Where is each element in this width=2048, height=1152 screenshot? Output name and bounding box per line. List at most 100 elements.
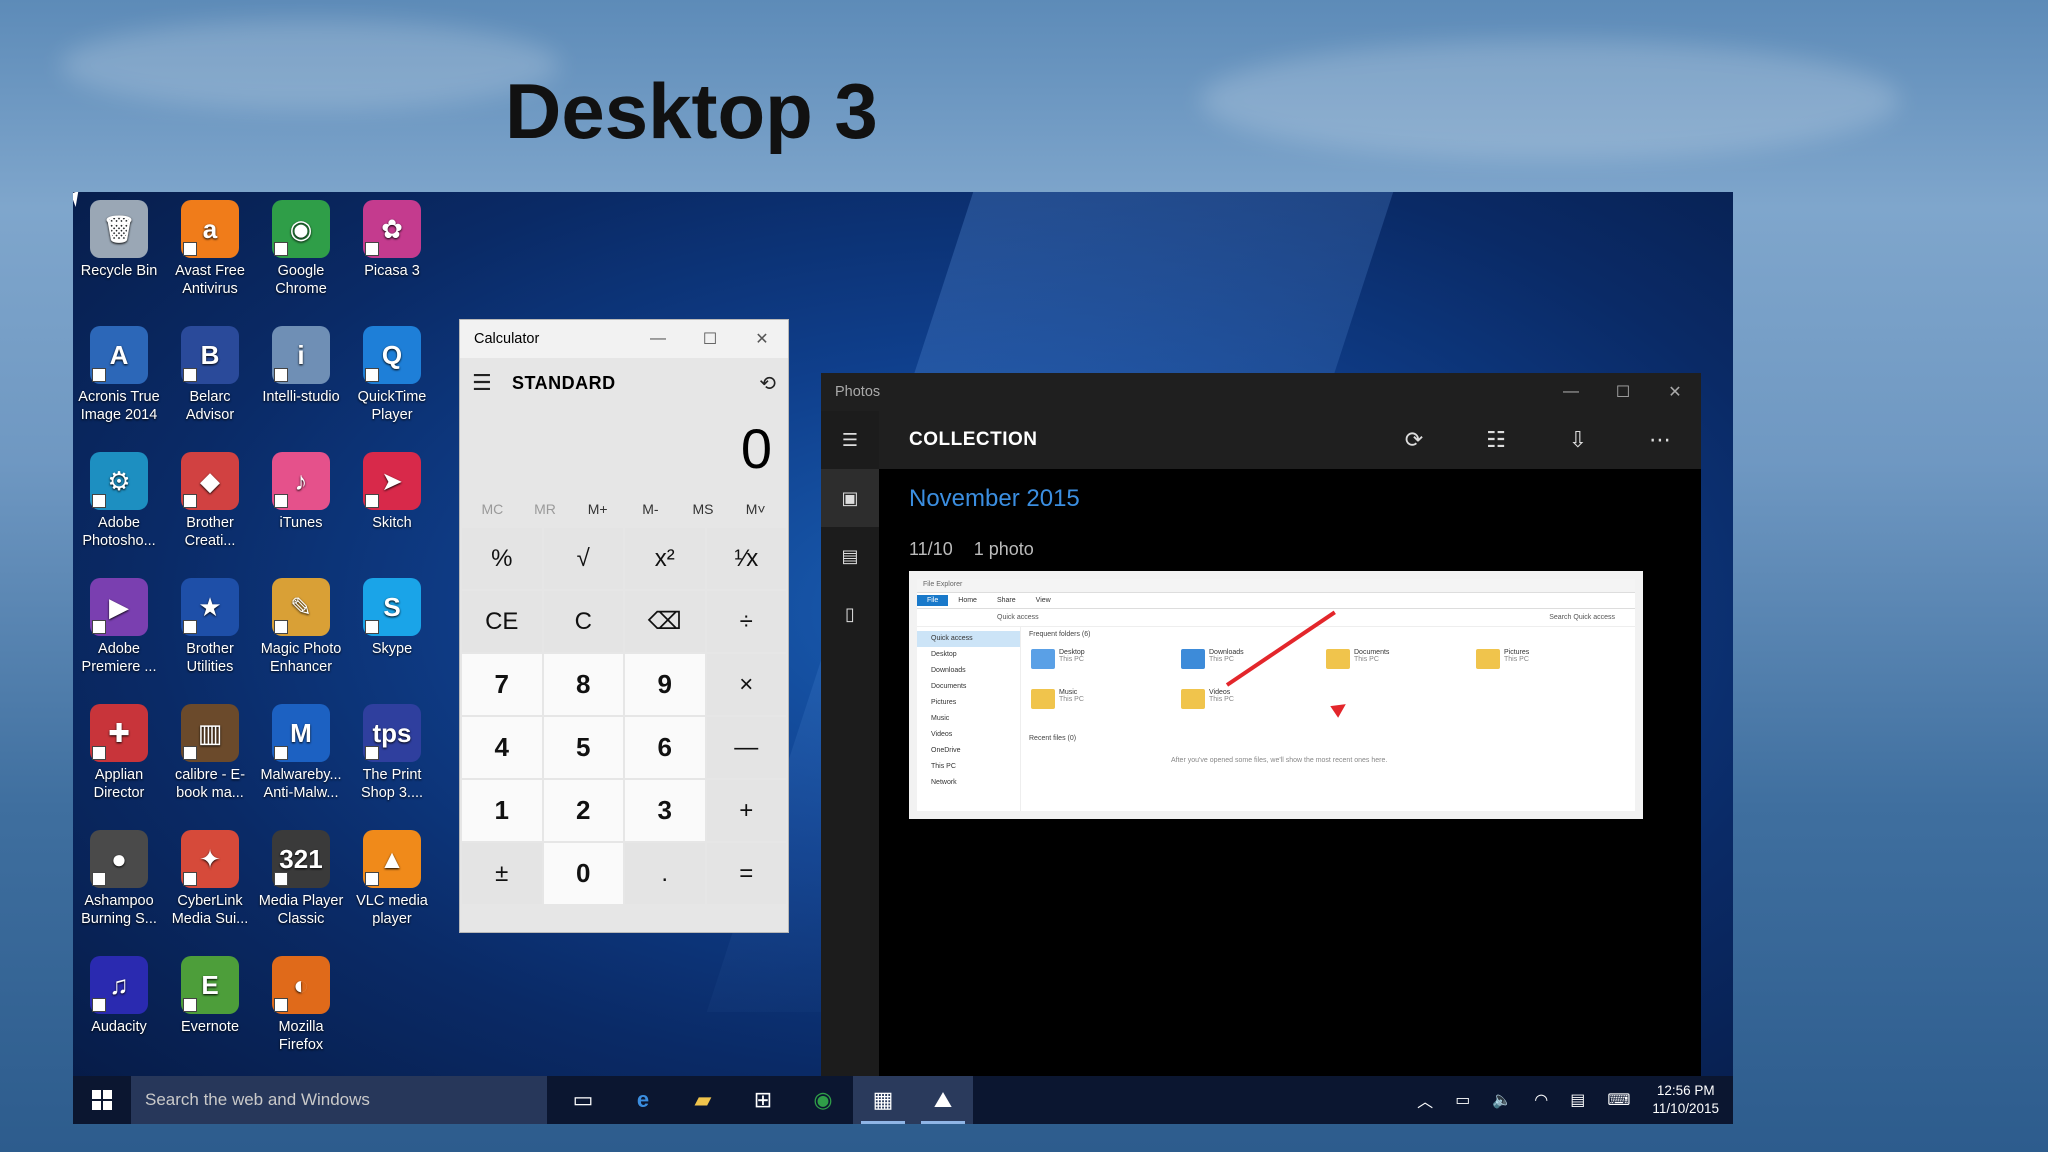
desktop-icon[interactable]: 🗑 Recycle Bin (73, 200, 165, 280)
maximize-icon[interactable]: ☐ (684, 320, 736, 358)
action-center-icon[interactable]: ▤ (1570, 1090, 1585, 1110)
operator-key[interactable]: . (625, 843, 705, 904)
desktop-icon[interactable]: Q QuickTime Player (346, 326, 438, 424)
desktop-icon[interactable]: B Belarc Advisor (164, 326, 256, 424)
desktop-icon[interactable]: 321 Media Player Classic (255, 830, 347, 928)
desktop-icon[interactable]: tps The Print Shop 3.... (346, 704, 438, 802)
calculator-taskbar-icon[interactable]: ▦ (853, 1076, 913, 1124)
chevron-up-icon[interactable]: ︿ (1417, 1088, 1433, 1112)
operator-key[interactable]: + (706, 780, 786, 841)
desktop-icon[interactable]: ▶ Adobe Premiere ... (73, 578, 165, 676)
store-icon[interactable]: ⊞ (733, 1076, 793, 1124)
digit-key[interactable]: 8 (543, 654, 623, 715)
desktop-icon[interactable]: ♪ iTunes (255, 452, 347, 532)
photos-taskbar-icon[interactable]: ⛰ (913, 1076, 973, 1124)
operator-key[interactable]: × (706, 654, 786, 715)
photos-titlebar[interactable]: Photos — ☐ ✕ (821, 373, 1701, 411)
digit-key[interactable]: 5 (543, 717, 623, 778)
photo-thumbnail[interactable]: File Explorer File Home Share View Quick ac… (909, 571, 1643, 819)
history-icon[interactable]: ⟲ (759, 371, 776, 396)
memory-button[interactable]: M+ (571, 501, 624, 517)
memory-button[interactable]: M˅ (729, 501, 782, 517)
desktop-icon[interactable]: S Skype (346, 578, 438, 658)
desktop-icon[interactable]: ★ Brother Utilities (164, 578, 256, 676)
digit-key[interactable]: 6 (625, 717, 705, 778)
desktop-icon[interactable]: ● Ashampoo Burning S... (73, 830, 165, 928)
albums-icon[interactable]: ▤ (821, 527, 879, 585)
desktop-icon[interactable]: ◐ Mozilla Firefox (255, 956, 347, 1054)
operator-key[interactable]: √ (543, 528, 623, 589)
taskbar-search-box[interactable]: Search the web and Windows (131, 1076, 547, 1124)
desktop-icon[interactable]: ✦ CyberLink Media Sui... (164, 830, 256, 928)
close-icon[interactable]: ✕ (1649, 373, 1701, 411)
desktop-icon[interactable]: E Evernote (164, 956, 256, 1036)
select-icon[interactable]: ☷ (1455, 427, 1537, 453)
operator-key[interactable]: ± (462, 843, 542, 904)
desktop-icon[interactable]: ✎ Magic Photo Enhancer (255, 578, 347, 676)
start-button[interactable] (73, 1076, 131, 1124)
operator-key[interactable]: = (706, 843, 786, 904)
desktop-icon[interactable]: ✿ Picasa 3 (346, 200, 438, 280)
desktop-icon[interactable]: ◆ Brother Creati... (164, 452, 256, 550)
digit-key[interactable]: 2 (543, 780, 623, 841)
desktop-icon[interactable]: i Intelli-studio (255, 326, 347, 406)
memory-button[interactable]: MS (677, 501, 730, 517)
close-icon[interactable]: ✕ (736, 320, 788, 358)
photos-window[interactable]: Photos — ☐ ✕ ☰ ▣ ▤ ▯ ⚇ COLLECTION ⟳ ☷ ⇩ … (821, 373, 1701, 1123)
desktop-icon[interactable]: ⚙ Adobe Photosho... (73, 452, 165, 550)
battery-icon[interactable]: ▭ (1455, 1090, 1470, 1110)
clock[interactable]: 12:56 PM 11/10/2015 (1652, 1082, 1719, 1118)
digit-key[interactable]: 0 (543, 843, 623, 904)
digit-key[interactable]: 1 (462, 780, 542, 841)
operator-key[interactable]: ¹⁄x (706, 528, 786, 589)
operator-key[interactable]: x² (625, 528, 705, 589)
memory-button[interactable]: M- (624, 501, 677, 517)
edge-icon[interactable]: e (613, 1076, 673, 1124)
digit-key[interactable]: 4 (462, 717, 542, 778)
memory-button[interactable]: MR (519, 501, 572, 517)
recent-files-empty: After you've opened some files, we'll sh… (1171, 757, 1388, 764)
import-icon[interactable]: ⇩ (1537, 427, 1619, 453)
operator-key[interactable]: CE (462, 591, 542, 652)
desktop-icon[interactable]: ▲ VLC media player (346, 830, 438, 928)
task-view-icon[interactable]: ▭ (553, 1076, 613, 1124)
desktop-icon[interactable]: ◉ Google Chrome (255, 200, 347, 298)
operator-key[interactable]: ÷ (706, 591, 786, 652)
memory-button[interactable]: MC (466, 501, 519, 517)
folders-icon[interactable]: ▯ (821, 585, 879, 643)
calculator-display: 0 (740, 417, 772, 480)
wifi-icon[interactable]: ◠ (1534, 1090, 1548, 1110)
calculator-titlebar[interactable]: Calculator — ☐ ✕ (460, 320, 788, 358)
desktop-icon[interactable]: ♫ Audacity (73, 956, 165, 1036)
month-heading[interactable]: November 2015 (909, 485, 1080, 513)
maximize-icon[interactable]: ☐ (1597, 373, 1649, 411)
desktop-icon[interactable]: A Acronis True Image 2014 (73, 326, 165, 424)
desktop-icon[interactable]: ▥ calibre - E-book ma... (164, 704, 256, 802)
volume-icon[interactable]: 🔈 (1492, 1090, 1512, 1110)
hamburger-menu-icon[interactable]: ☰ (472, 370, 512, 396)
shortcut-arrow-icon (183, 872, 197, 886)
digit-key[interactable]: 7 (462, 654, 542, 715)
chrome-icon[interactable]: ◉ (793, 1076, 853, 1124)
desktop-icon[interactable]: M Malwareby... Anti-Malw... (255, 704, 347, 802)
minimize-icon[interactable]: — (632, 320, 684, 358)
digit-key[interactable]: 9 (625, 654, 705, 715)
collection-icon[interactable]: ▣ (821, 469, 879, 527)
keyboard-icon[interactable]: ⌨ (1607, 1090, 1630, 1110)
more-icon[interactable]: ⋯ (1619, 427, 1701, 453)
folder-location: This PC (1504, 656, 1529, 663)
minimize-icon[interactable]: — (1545, 373, 1597, 411)
operator-key[interactable]: — (706, 717, 786, 778)
digit-key[interactable]: 3 (625, 780, 705, 841)
desktop-icon[interactable]: ➤ Skitch (346, 452, 438, 532)
app-icon: i (272, 326, 330, 384)
operator-key[interactable]: C (543, 591, 623, 652)
file-explorer-icon[interactable]: ▰ (673, 1076, 733, 1124)
desktop-icon[interactable]: ✚ Applian Director (73, 704, 165, 802)
desktop-icon[interactable]: a Avast Free Antivirus (164, 200, 256, 298)
operator-key[interactable]: % (462, 528, 542, 589)
calculator-window[interactable]: Calculator — ☐ ✕ ☰ STANDARD ⟲ 0 MC MR M+ M-… (459, 319, 789, 933)
hamburger-menu-icon[interactable]: ☰ (821, 411, 879, 469)
operator-key[interactable]: ⌫ (625, 591, 705, 652)
refresh-icon[interactable]: ⟳ (1373, 427, 1455, 453)
